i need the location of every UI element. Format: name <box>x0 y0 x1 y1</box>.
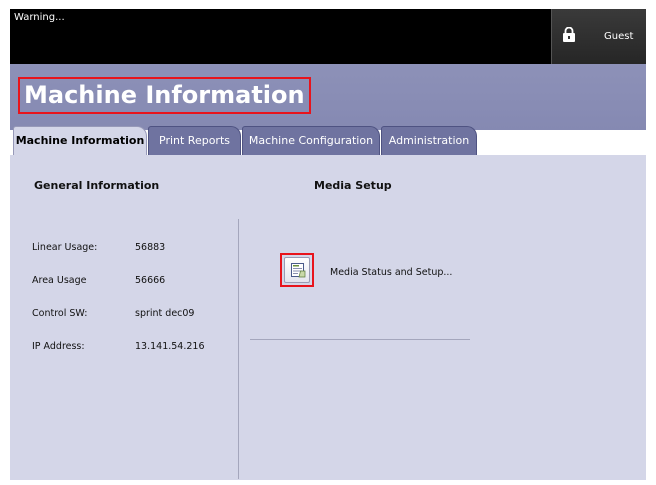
tab-machine-configuration[interactable]: Machine Configuration <box>242 126 380 155</box>
tab-print-reports[interactable]: Print Reports <box>148 126 241 155</box>
warning-text: Warning... <box>14 12 65 23</box>
tab-administration[interactable]: Administration <box>381 126 477 155</box>
linear-usage-value: 56883 <box>135 242 166 253</box>
control-sw-label: Control SW: <box>32 308 88 319</box>
guest-user-button[interactable]: Guest <box>551 9 646 64</box>
general-information-heading: General Information <box>34 179 160 192</box>
media-divider <box>250 339 470 340</box>
page-title: Machine Information <box>18 77 311 114</box>
linear-usage-label: Linear Usage: <box>32 242 98 253</box>
media-setup-icon <box>291 263 306 278</box>
media-setup-heading: Media Setup <box>314 179 392 192</box>
lock-icon <box>563 27 575 42</box>
area-usage-label: Area Usage <box>32 275 87 286</box>
media-status-setup-label[interactable]: Media Status and Setup... <box>330 267 452 278</box>
top-status-bar: Warning... Guest <box>10 9 646 64</box>
tab-machine-information[interactable]: Machine Information <box>13 126 147 157</box>
ip-address-value: 13.141.54.216 <box>135 341 205 352</box>
ip-address-label: IP Address: <box>32 341 85 352</box>
control-sw-value: sprint dec09 <box>135 308 195 319</box>
section-divider <box>238 219 239 479</box>
media-status-setup-button[interactable] <box>280 253 314 287</box>
tab-bar: Machine Information Print Reports Machin… <box>10 126 646 157</box>
page-header: Machine Information <box>10 64 646 130</box>
area-usage-value: 56666 <box>135 275 166 286</box>
content-panel: General Information Media Setup Linear U… <box>10 155 646 480</box>
guest-label: Guest <box>604 31 634 42</box>
